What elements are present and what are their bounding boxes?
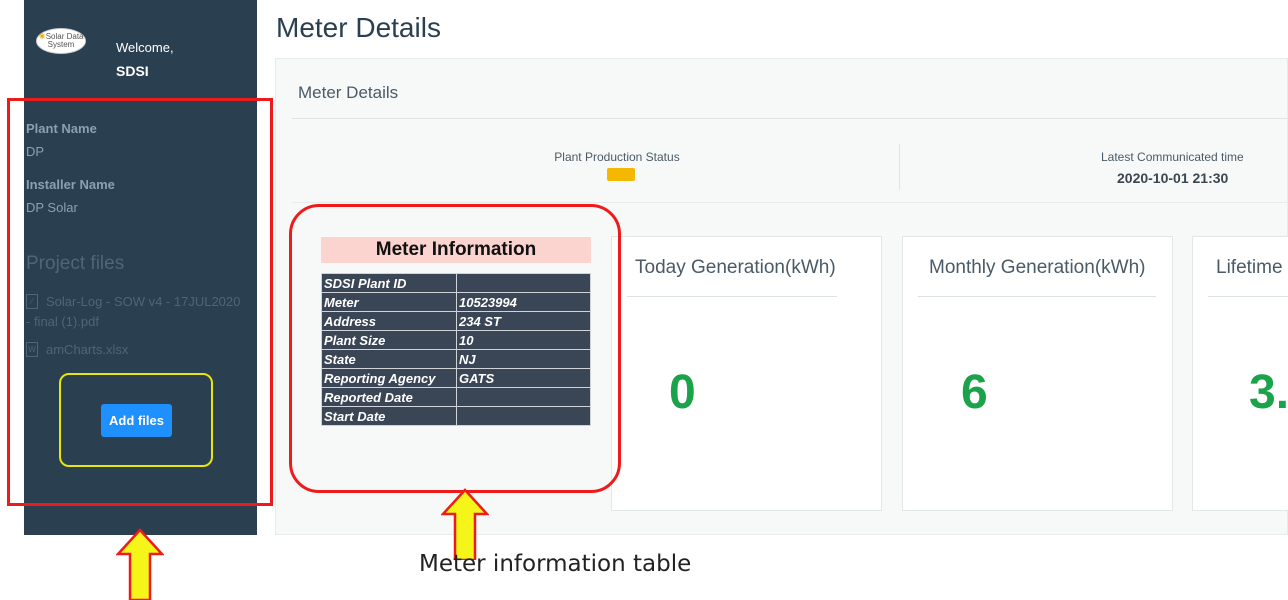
production-status-label: Plant Production Status — [554, 150, 680, 164]
meter-info-highlight — [289, 204, 621, 493]
card-title: Lifetime — [1216, 257, 1283, 278]
panel-title: Meter Details — [298, 83, 399, 102]
comm-time-label: Latest Communicated time — [1101, 150, 1244, 164]
status-badge — [607, 168, 635, 181]
card-title: Monthly Generation(kWh) — [929, 257, 1146, 278]
today-generation-card: Today Generation(kWh) 0 — [611, 236, 882, 511]
company-logo: ☀Solar Data System — [36, 28, 86, 54]
card-title: Today Generation(kWh) — [635, 257, 836, 278]
annotation-caption: Meter information table — [419, 551, 692, 577]
up-arrow-icon — [441, 488, 489, 560]
comm-time-value: 2020-10-01 21:30 — [1117, 170, 1229, 186]
card-value: 6 — [961, 366, 988, 419]
divider — [899, 144, 900, 190]
welcome-text: Welcome, — [116, 40, 174, 55]
username: SDSI — [116, 63, 149, 79]
divider — [627, 296, 837, 297]
divider — [1208, 296, 1288, 297]
lifetime-generation-card: Lifetime 3. — [1192, 236, 1288, 511]
page-title: Meter Details — [276, 12, 441, 43]
up-arrow-icon — [116, 528, 164, 600]
divider — [918, 296, 1156, 297]
monthly-generation-card: Monthly Generation(kWh) 6 — [902, 236, 1173, 511]
add-files-highlight — [59, 373, 213, 467]
card-value: 3. — [1249, 366, 1288, 419]
divider — [292, 118, 1288, 119]
card-value: 0 — [669, 366, 696, 419]
divider — [292, 202, 1288, 203]
